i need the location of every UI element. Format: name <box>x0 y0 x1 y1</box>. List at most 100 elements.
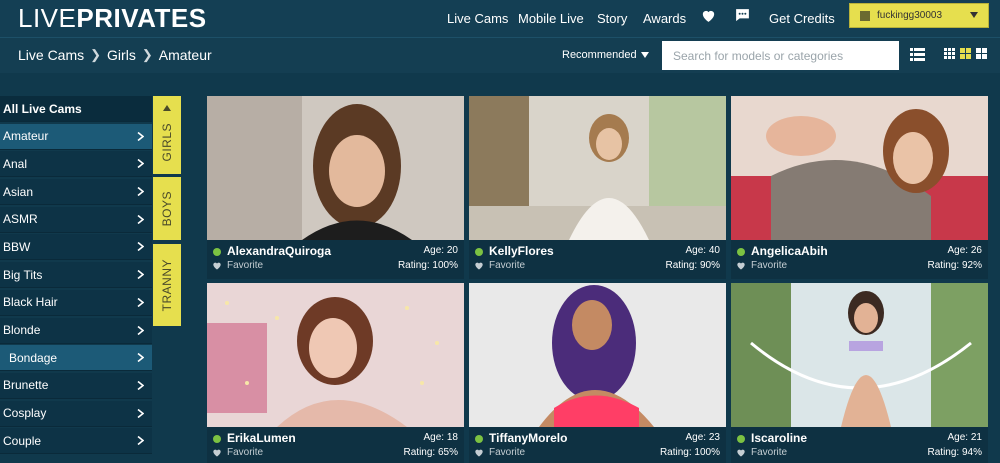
favorites-heart-icon[interactable] <box>700 7 717 24</box>
model-rating: Rating: 92% <box>927 260 982 271</box>
sidebar-item-label: Bondage <box>9 350 58 365</box>
model-age: Age: 23 <box>685 432 720 443</box>
sidebar-item-all-live-cams[interactable]: All Live Cams <box>0 96 152 122</box>
chevron-right-icon <box>137 242 144 252</box>
model-thumbnail[interactable] <box>469 96 726 240</box>
heart-icon[interactable] <box>212 448 222 457</box>
model-rating: Rating: 100% <box>397 260 458 271</box>
sidebar-item-blonde[interactable]: Blonde <box>0 317 152 344</box>
sidebar-item-asmr[interactable]: ASMR <box>0 206 152 233</box>
sidebar-item-cosplay[interactable]: Cosplay <box>0 400 152 427</box>
chevron-right-icon <box>137 436 144 446</box>
model-age: Age: 18 <box>423 432 458 443</box>
favorite-link[interactable]: Favorite <box>489 260 525 271</box>
chevron-right-icon <box>137 159 144 169</box>
model-info: Iscaroline Age: 21 Favorite Rating: 94% <box>731 427 988 463</box>
model-info: ErikaLumen Age: 18 Favorite Rating: 65% <box>207 427 464 463</box>
sidebar-item-label: ASMR <box>3 212 38 227</box>
chevron-right-icon <box>137 214 144 224</box>
sidebar-item-label: Black Hair <box>3 295 58 310</box>
nav-live-cams[interactable]: Live Cams <box>447 11 508 26</box>
triangle-up-icon <box>163 105 171 111</box>
nav-awards[interactable]: Awards <box>643 11 686 26</box>
model-name[interactable]: ErikaLumen <box>227 431 296 445</box>
sidebar-item-amateur[interactable]: Amateur <box>0 123 152 150</box>
breadcrumb-live-cams[interactable]: Live Cams <box>18 47 84 63</box>
nav-story[interactable]: Story <box>597 11 627 26</box>
sidebar-item-big-tits[interactable]: Big Tits <box>0 262 152 289</box>
heart-icon[interactable] <box>736 448 746 457</box>
model-name[interactable]: AngelicaAbih <box>751 244 828 258</box>
chevron-right-icon <box>137 131 144 141</box>
model-thumbnail[interactable] <box>207 283 464 427</box>
model-card[interactable]: KellyFlores Age: 40 Favorite Rating: 90% <box>469 96 726 279</box>
sidebar-item-brunette[interactable]: Brunette <box>0 372 152 399</box>
sidebar-item-bbw[interactable]: BBW <box>0 234 152 261</box>
model-rating: Rating: 94% <box>927 447 982 458</box>
model-thumbnail[interactable] <box>731 96 988 240</box>
sub-navigation-bar: Live Cams ❯ Girls ❯ Amateur Recommended <box>0 37 1000 73</box>
chevron-right-icon <box>137 297 144 307</box>
breadcrumb-separator-icon: ❯ <box>90 47 102 62</box>
model-name[interactable]: Iscaroline <box>751 431 807 445</box>
model-info: TiffanyMorelo Age: 23 Favorite Rating: 1… <box>469 427 726 463</box>
model-thumbnail[interactable] <box>731 283 988 427</box>
breadcrumb: Live Cams ❯ Girls ❯ Amateur <box>18 47 212 63</box>
username-label: fuckingg30003 <box>877 10 943 21</box>
favorite-link[interactable]: Favorite <box>227 260 263 271</box>
tab-boys[interactable]: BOYS <box>153 177 181 240</box>
messages-chat-icon[interactable] <box>734 7 751 24</box>
top-navigation-bar: LIVEPRIVATES Live Cams Mobile Live Story… <box>0 0 1000 37</box>
breadcrumb-girls[interactable]: Girls <box>107 47 136 63</box>
model-card[interactable]: Iscaroline Age: 21 Favorite Rating: 94% <box>731 283 988 463</box>
list-view-icon[interactable] <box>910 48 925 61</box>
chevron-down-icon <box>970 12 978 18</box>
sidebar-item-label: Big Tits <box>3 267 43 282</box>
nav-mobile-live[interactable]: Mobile Live <box>518 11 584 26</box>
model-card[interactable]: AlexandraQuiroga Age: 20 Favorite Rating… <box>207 96 464 279</box>
heart-icon[interactable] <box>736 261 746 270</box>
tab-tranny-label: TRANNY <box>160 258 174 312</box>
sidebar-item-label: Brunette <box>3 378 49 393</box>
favorite-link[interactable]: Favorite <box>751 260 787 271</box>
model-age: Age: 21 <box>947 432 982 443</box>
model-card[interactable]: AngelicaAbih Age: 26 Favorite Rating: 92… <box>731 96 988 279</box>
favorite-link[interactable]: Favorite <box>227 447 263 458</box>
nav-get-credits[interactable]: Get Credits <box>769 11 835 26</box>
sidebar-item-asian[interactable]: Asian <box>0 179 152 206</box>
sidebar-item-label: Cosplay <box>3 406 47 421</box>
model-card[interactable]: TiffanyMorelo Age: 23 Favorite Rating: 1… <box>469 283 726 463</box>
sidebar-item-bondage[interactable]: Bondage <box>0 345 152 372</box>
model-name[interactable]: KellyFlores <box>489 244 554 258</box>
chevron-right-icon <box>137 380 144 390</box>
tab-tranny[interactable]: TRANNY <box>153 244 181 326</box>
search-input[interactable] <box>662 41 899 70</box>
model-info: AngelicaAbih Age: 26 Favorite Rating: 92… <box>731 240 988 279</box>
model-name[interactable]: TiffanyMorelo <box>489 431 567 445</box>
user-icon <box>860 10 870 21</box>
sort-dropdown[interactable]: Recommended <box>562 49 637 61</box>
model-info: AlexandraQuiroga Age: 20 Favorite Rating… <box>207 240 464 279</box>
chevron-right-icon <box>137 325 144 335</box>
sidebar-item-anal[interactable]: Anal <box>0 151 152 178</box>
favorite-link[interactable]: Favorite <box>489 447 525 458</box>
model-name[interactable]: AlexandraQuiroga <box>227 244 331 258</box>
site-logo[interactable]: LIVEPRIVATES <box>18 3 207 34</box>
heart-icon[interactable] <box>212 261 222 270</box>
sidebar-item-label: Asian <box>3 184 34 199</box>
model-card[interactable]: ErikaLumen Age: 18 Favorite Rating: 65% <box>207 283 464 463</box>
favorite-link[interactable]: Favorite <box>751 447 787 458</box>
user-account-dropdown[interactable]: fuckingg30003 <box>849 3 989 28</box>
online-status-icon <box>213 248 221 256</box>
heart-icon[interactable] <box>474 261 484 270</box>
heart-icon[interactable] <box>474 448 484 457</box>
tab-girls[interactable]: GIRLS <box>153 96 181 174</box>
grid-view-icon[interactable] <box>944 48 988 60</box>
online-status-icon <box>475 435 483 443</box>
chevron-right-icon <box>137 187 144 197</box>
model-thumbnail[interactable] <box>469 283 726 427</box>
sidebar-item-black-hair[interactable]: Black Hair <box>0 289 152 316</box>
sidebar-item-couple[interactable]: Couple <box>0 428 152 455</box>
model-thumbnail[interactable] <box>207 96 464 240</box>
sort-caret-icon[interactable] <box>641 52 649 58</box>
